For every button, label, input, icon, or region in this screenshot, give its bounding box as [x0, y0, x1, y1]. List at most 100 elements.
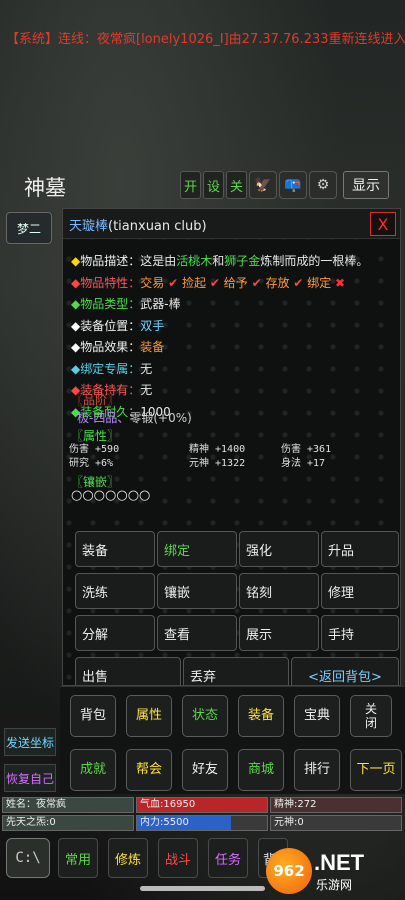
- menu-codex[interactable]: 宝典: [294, 695, 340, 737]
- effect-label: 物品效果：: [80, 340, 141, 354]
- menu-friends[interactable]: 好友: [182, 749, 228, 791]
- upgrade-button[interactable]: 升品: [321, 531, 399, 567]
- menu-achievements[interactable]: 成就: [70, 749, 116, 791]
- mailbox-icon[interactable]: 📪: [279, 171, 308, 199]
- toggle-open-button[interactable]: 开: [180, 171, 202, 199]
- soul-text: 元神:0: [274, 817, 304, 828]
- send-coordinates-link[interactable]: 发送坐标: [4, 728, 56, 756]
- mana-bar: 内力:5500: [136, 815, 268, 831]
- grade-value: 极-四品、: [77, 411, 130, 425]
- menu-shop[interactable]: 商城: [238, 749, 284, 791]
- desc-material: 活桃木: [176, 254, 213, 268]
- slot-label: 装备位置：: [80, 318, 141, 333]
- menu-next-page[interactable]: 下一页: [350, 749, 402, 791]
- desc-text: 炼制而成的一根棒。: [260, 254, 369, 268]
- trait: 交易: [140, 275, 165, 290]
- bullet-diamond: ◆: [71, 340, 81, 354]
- main-menu: 背包 属性 状态 装备 宝典 关闭 成就 帮会 好友 商城 排行 下一页: [60, 686, 405, 794]
- home-indicator: [140, 886, 265, 891]
- item-desc-row: ◆物品描述：这是由活桃木和狮子金炼制而成的一根棒。: [71, 251, 396, 273]
- item-bind-row: ◆绑定专属：无: [71, 359, 396, 381]
- check-icon: ✔: [293, 275, 304, 290]
- toolbar: 开 设 关 🦅 📪 ⚙ 显示: [180, 171, 390, 199]
- item-effect-row: ◆物品效果：装备: [71, 337, 396, 359]
- bind-value: 无: [140, 361, 153, 376]
- engrave-button[interactable]: 铭刻: [239, 573, 319, 609]
- menu-bag[interactable]: 背包: [70, 695, 116, 737]
- grade-heading: 〖品阶〗: [71, 393, 120, 407]
- menu-close[interactable]: 关闭: [350, 695, 392, 737]
- bird-icon[interactable]: 🦅: [249, 171, 278, 199]
- menu-status[interactable]: 状态: [182, 695, 228, 737]
- terminal-button[interactable]: C:\: [6, 838, 50, 878]
- bind-button[interactable]: 绑定: [157, 531, 237, 567]
- type-value: 武器-棒: [140, 297, 181, 311]
- view-button[interactable]: 查看: [157, 615, 237, 651]
- back-to-bag-button[interactable]: <返回背包>: [291, 657, 399, 685]
- refine-button[interactable]: 洗练: [75, 573, 155, 609]
- socket-slots: ○○○○○○○: [71, 488, 151, 503]
- restore-self-link[interactable]: 恢复自己: [4, 764, 56, 792]
- item-header: 天璇棒(tianxuan club) X: [63, 209, 400, 239]
- quest-button[interactable]: 任务: [208, 838, 248, 878]
- cultivate-button[interactable]: 修炼: [108, 838, 148, 878]
- mana-text: 内力:5500: [140, 817, 189, 828]
- attribute: 元神 +1322: [189, 458, 246, 469]
- attribute: 伤害 +590: [69, 444, 120, 455]
- desc-material: 狮子金: [224, 254, 261, 268]
- watermark-logo: 962 .NET 乐游网: [266, 846, 402, 896]
- close-button[interactable]: X: [370, 212, 396, 236]
- slot-value: 双手: [140, 318, 165, 333]
- desc-text: 和: [212, 254, 225, 268]
- player-name: 姓名：夜常疯: [2, 797, 134, 813]
- watermark-net: .NET: [314, 850, 365, 875]
- innate-bar: 先天之炁:0: [2, 815, 134, 831]
- grade-refine: 零锻(+0%): [129, 411, 192, 425]
- bullet-diamond: ◆: [71, 254, 81, 268]
- title-bar: 神墓 开 设 关 🦅 📪 ⚙ 显示: [0, 168, 405, 204]
- spirit-text: 精神:272: [274, 799, 317, 810]
- discard-button[interactable]: 丢弃: [183, 657, 289, 685]
- item-holder-row: ◆装备持有：无: [71, 380, 396, 402]
- type-label: 物品类型：: [80, 297, 141, 311]
- item-slot-row: ◆装备位置：双手: [71, 316, 396, 338]
- attribute: 身法 +17: [281, 458, 326, 469]
- toggle-settings-button[interactable]: 设: [203, 171, 225, 199]
- soul-bar: 元神:0: [270, 815, 402, 831]
- traits-label: 物品特性：: [80, 275, 141, 290]
- menu-ranking[interactable]: 排行: [294, 749, 340, 791]
- grade-line: 极-四品、零锻(+0%): [77, 409, 192, 426]
- watermark-number: 962: [266, 848, 312, 894]
- equip-button[interactable]: 装备: [75, 531, 155, 567]
- display-button[interactable]: 展示: [239, 615, 319, 651]
- trait: 捡起: [181, 275, 206, 290]
- menu-attributes[interactable]: 属性: [126, 695, 172, 737]
- item-name-cn: 天璇棒: [69, 219, 109, 234]
- bind-label: 绑定专属：: [80, 361, 141, 376]
- item-detail-panel: 天璇棒(tianxuan club) X ◆物品描述：这是由活桃木和狮子金炼制而…: [62, 208, 401, 686]
- watermark-sub: 乐游网: [316, 878, 353, 892]
- hold-button[interactable]: 手持: [321, 615, 399, 651]
- menu-equipment[interactable]: 装备: [238, 695, 284, 737]
- battle-button[interactable]: 战斗: [158, 838, 198, 878]
- enhance-button[interactable]: 强化: [239, 531, 319, 567]
- status-bars: 姓名：夜常疯 气血:16950 精神:272 先天之炁:0 内力:5500 元神…: [0, 796, 405, 832]
- menu-guild[interactable]: 帮会: [126, 749, 172, 791]
- toggle-close-button[interactable]: 关: [226, 171, 248, 199]
- common-button[interactable]: 常用: [58, 838, 98, 878]
- gear-icon[interactable]: ⚙: [309, 171, 338, 199]
- hp-text: 气血:16950: [140, 799, 196, 810]
- side-tab-channel[interactable]: 梦二: [6, 212, 52, 244]
- inlay-button[interactable]: 镶嵌: [157, 573, 237, 609]
- show-button[interactable]: 显示: [343, 171, 390, 199]
- check-icon: ✔: [251, 275, 262, 290]
- system-message: 【系统】连线：夜常疯[lonely1026_I]由27.37.76.233重新连…: [6, 32, 405, 47]
- trait: 绑定: [307, 275, 332, 290]
- desc-label: 物品描述：: [80, 254, 141, 268]
- sell-button[interactable]: 出售: [75, 657, 181, 685]
- check-icon: ✔: [209, 275, 220, 290]
- disassemble-button[interactable]: 分解: [75, 615, 155, 651]
- bullet-diamond: ◆: [71, 275, 81, 290]
- repair-button[interactable]: 修理: [321, 573, 399, 609]
- item-name-en: (tianxuan club): [108, 219, 207, 234]
